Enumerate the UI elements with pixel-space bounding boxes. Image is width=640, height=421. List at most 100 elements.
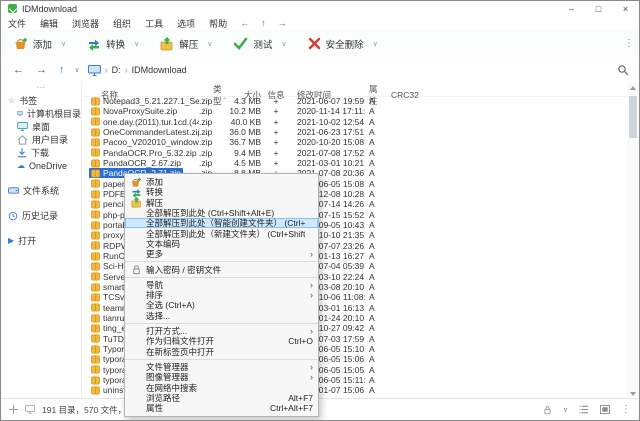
sidebar-item-desktop[interactable]: 桌面 — [1, 120, 81, 133]
add-button[interactable]: 添加 ∨ — [7, 34, 73, 54]
table-row[interactable]: OneCommanderLatest.zip .zip 36.0 MB + 20… — [81, 127, 627, 137]
context-menu-item[interactable]: 属性 Ctrl+Alt+F7 — [125, 403, 318, 413]
sidebar-item-open[interactable]: ▶ 打开 — [1, 234, 81, 247]
sidebar-item-history[interactable]: 历史记录 — [1, 209, 81, 222]
context-menu-item[interactable]: 文件管理器 — [125, 359, 318, 372]
sidebar-item-file-system[interactable]: 文件系统 — [1, 184, 81, 197]
breadcrumb-drive[interactable]: D: — [112, 65, 121, 75]
file-type: .zip — [199, 137, 227, 147]
menu-item-label: 在新标签页中打开 — [146, 346, 214, 358]
menu-item-shortcut: Ctrl+O — [280, 336, 313, 346]
menu-item-shortcut: Alt+F7 — [280, 393, 313, 403]
minimize-button[interactable]: – — [558, 1, 585, 16]
add-dropdown-icon[interactable]: ∨ — [61, 40, 66, 48]
zip-file-icon — [91, 376, 100, 385]
file-attr: A — [365, 251, 381, 261]
menu-file[interactable]: 文件 — [1, 17, 33, 30]
menu-forward-icon[interactable]: → — [272, 18, 293, 28]
back-button[interactable]: ← — [7, 64, 30, 76]
file-modified: 2020-10-20 15:08:... — [291, 137, 365, 147]
download-icon — [17, 148, 27, 158]
forward-button[interactable]: → — [30, 64, 53, 76]
table-row[interactable]: PandaOCR.Pro_5.32.zip .zip 9.4 MB + 2021… — [81, 148, 627, 158]
context-menu-item[interactable]: 选择... — [125, 311, 318, 321]
file-size: 40.0 KB — [227, 117, 261, 127]
file-info: + — [261, 148, 291, 158]
breadcrumb-folder[interactable]: IDMdownload — [132, 65, 187, 75]
context-menu-item[interactable]: 更多 — [125, 249, 318, 259]
zip-file-icon — [91, 365, 100, 374]
file-size: 9.4 MB — [227, 148, 261, 158]
file-attr: A — [365, 179, 381, 189]
context-menu-item[interactable]: 导航 — [125, 277, 318, 290]
sidebar-item-downloads[interactable]: 下载 — [1, 146, 81, 159]
menu-options[interactable]: 选项 — [170, 17, 202, 30]
star-icon: ☆ — [8, 96, 15, 105]
menu-back-icon[interactable]: ← — [234, 18, 255, 28]
sidebar-item-bookmarks[interactable]: ☆ 书签 — [1, 94, 81, 107]
zip-file-icon — [91, 241, 100, 250]
thumbnail-view-icon[interactable] — [600, 405, 610, 414]
file-type: .zip — [199, 106, 227, 116]
file-attr: A — [365, 158, 381, 168]
toolbar-more-icon[interactable]: ⋮ — [624, 38, 634, 49]
menu-item-icon — [131, 403, 143, 414]
file-info: + — [261, 137, 291, 147]
file-info: + — [261, 158, 291, 168]
sidebar-item-computer-root[interactable]: 计算机根目录 — [1, 107, 81, 120]
secure-delete-button[interactable]: 安全删除 ∨ — [301, 34, 385, 54]
zip-file-icon — [91, 159, 100, 168]
context-menu-item[interactable]: 输入密码 / 密钥文件 — [125, 261, 318, 274]
table-row[interactable]: Notepad3_5.21.227.1_Setu... .zip 4.3 MB … — [81, 96, 627, 106]
table-row[interactable]: Pacoo_V202010_windows.zip .zip 36.7 MB +… — [81, 137, 627, 147]
detail-view-icon[interactable] — [579, 405, 589, 414]
menu-up-icon[interactable]: ↑ — [255, 18, 272, 28]
file-modified: 2021-10-02 12:54:... — [291, 117, 365, 127]
statusbar-more-icon[interactable]: ⋮ — [621, 404, 631, 415]
sidebar-item-user-home[interactable]: 用户目录 — [1, 133, 81, 146]
file-attr: A — [365, 323, 381, 333]
file-attr: A — [365, 148, 381, 158]
table-row[interactable]: one.day.(2011).tur.1cd.(441... .zip 40.0… — [81, 117, 627, 127]
crumb-separator: › — [121, 65, 132, 75]
scroll-up-icon[interactable] — [627, 83, 639, 93]
up-button[interactable]: ↑ — [53, 64, 71, 76]
scrollbar[interactable] — [627, 83, 639, 399]
maximize-button[interactable]: □ — [585, 1, 612, 16]
zip-file-icon — [91, 303, 100, 312]
convert-dropdown-icon[interactable]: ∨ — [134, 40, 139, 48]
test-button[interactable]: 测试 ∨ — [226, 34, 293, 54]
zip-file-icon — [91, 334, 100, 343]
menu-item-icon — [131, 249, 143, 260]
menu-edit[interactable]: 编辑 — [33, 17, 65, 30]
scrollbar-thumb[interactable] — [629, 96, 637, 138]
file-size: 4.3 MB — [227, 96, 261, 106]
test-dropdown-icon[interactable]: ∨ — [281, 40, 286, 48]
file-type: .zip — [199, 148, 227, 158]
lock-icon[interactable] — [543, 405, 552, 415]
zip-file-icon — [91, 262, 100, 271]
file-attr: A — [365, 261, 381, 271]
context-menu-item[interactable]: 在新标签页中打开 — [125, 346, 318, 356]
menu-browser[interactable]: 浏览器 — [65, 17, 106, 30]
table-row[interactable]: NovaProxySuite.zip .zip 10.2 MB + 2020-1… — [81, 106, 627, 116]
search-icon[interactable] — [617, 64, 629, 76]
extract-dropdown-icon[interactable]: ∨ — [207, 40, 212, 48]
file-type: .zip — [199, 96, 227, 106]
context-menu-item[interactable]: 打开方式... — [125, 323, 318, 336]
menu-help[interactable]: 帮助 — [202, 17, 234, 30]
sidebar-item-onedrive[interactable]: ☁ OneDrive — [1, 159, 81, 172]
crumb-separator: › — [101, 65, 112, 75]
desktop-icon — [17, 122, 28, 131]
convert-button[interactable]: 转换 ∨ — [80, 34, 146, 54]
sidebar-handle-icon[interactable]: ⋯ — [1, 83, 81, 94]
menu-organize[interactable]: 组织 — [106, 17, 138, 30]
view-dropdown-icon[interactable]: ∨ — [563, 406, 568, 414]
close-button[interactable]: × — [612, 1, 639, 16]
delete-dropdown-icon[interactable]: ∨ — [373, 40, 378, 48]
menu-tools[interactable]: 工具 — [138, 17, 170, 30]
path-dropdown-icon[interactable]: ∨ — [71, 66, 84, 74]
table-row[interactable]: PandaOCR_2.67.zip .zip 4.5 MB + 2021-03-… — [81, 158, 627, 168]
extract-button[interactable]: 解压 ∨ — [153, 34, 219, 54]
computer-icon — [17, 109, 23, 118]
